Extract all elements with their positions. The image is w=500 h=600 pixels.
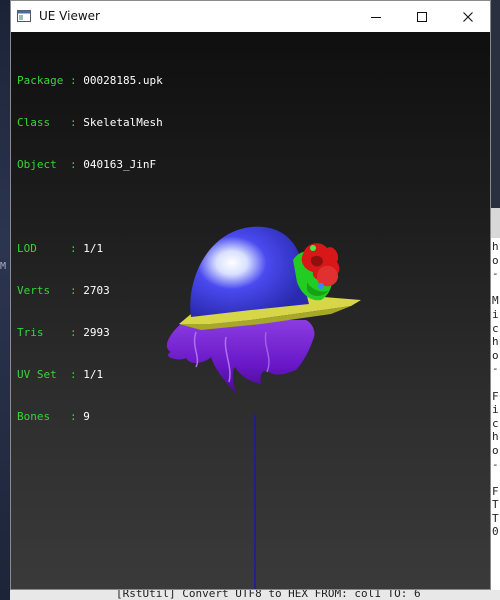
close-icon bbox=[463, 11, 473, 22]
hat-gem bbox=[318, 283, 324, 289]
window-app-icon bbox=[17, 10, 31, 22]
background-window-char: M bbox=[0, 261, 7, 272]
hat-crown bbox=[190, 226, 309, 317]
background-console-line: [RstUtil] Convert UTF8 to HEX FROM: col1… bbox=[116, 590, 421, 600]
close-button[interactable] bbox=[445, 1, 491, 32]
background-console-window: h o - M i c h o - F i c h o - F T T 0 bbox=[491, 208, 500, 600]
background-console-bottom: [RstUtil] Convert UTF8 to HEX FROM: col1… bbox=[10, 590, 500, 600]
desktop-background-left bbox=[0, 0, 10, 600]
minimize-button[interactable] bbox=[353, 1, 399, 32]
title-bar[interactable]: UE Viewer bbox=[11, 1, 490, 32]
minimize-icon bbox=[371, 16, 381, 18]
background-console-text: h o - M i c h o - F i c h o - F T T 0 bbox=[492, 240, 499, 539]
hair-mesh bbox=[166, 320, 315, 394]
ue-viewer-window: UE Viewer Package : 00028185.upk Class :… bbox=[10, 0, 491, 590]
window-title: UE Viewer bbox=[39, 9, 100, 23]
skeletal-mesh-model bbox=[166, 226, 361, 589]
hat-flower-center bbox=[310, 245, 316, 251]
background-scrollbox bbox=[491, 208, 500, 238]
maximize-icon bbox=[417, 11, 427, 22]
3d-viewport[interactable]: Package : 00028185.upk Class : SkeletalM… bbox=[11, 32, 490, 589]
maximize-button[interactable] bbox=[399, 1, 445, 32]
